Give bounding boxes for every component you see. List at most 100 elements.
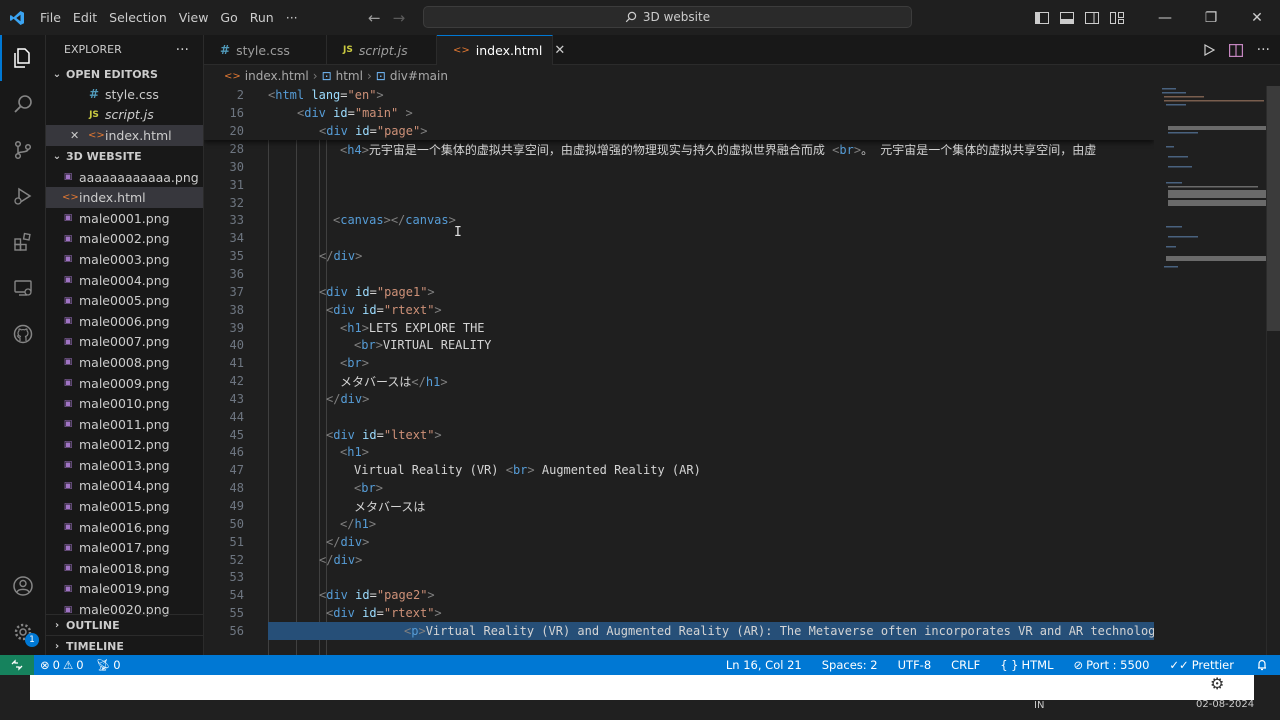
code-line[interactable]: 50 </h1> <box>204 515 1154 533</box>
tab-style-css[interactable]: # style.css <box>204 35 327 65</box>
split-editor-icon[interactable] <box>1228 43 1243 57</box>
command-center-search[interactable]: 3D website <box>423 6 912 28</box>
file-tree-item[interactable]: ▣ male0008.png <box>46 352 203 373</box>
code-editor[interactable]: 28 <h4>元宇宙是一个集体的虚拟共享空间，由虚拟增强的物理现实与持久的虚拟世界… <box>204 86 1154 655</box>
file-tree-item[interactable]: ▣ male0001.png <box>46 208 203 229</box>
file-tree-item[interactable]: ▣ male0013.png <box>46 455 203 476</box>
file-tree-item[interactable]: ▣ male0019.png <box>46 579 203 600</box>
open-editors-section[interactable]: ⌄ OPEN EDITORS <box>46 64 203 84</box>
file-tree-item[interactable]: ▣ male0016.png <box>46 517 203 538</box>
code-line[interactable]: 35 </div> <box>204 247 1154 265</box>
scrollbar-thumb[interactable] <box>1267 86 1280 331</box>
breadcrumb-div-main[interactable]: div#main <box>390 69 448 83</box>
code-line[interactable]: 33 <canvas></canvas> <box>204 211 1154 229</box>
file-tree-item[interactable]: ▣ male0005.png <box>46 290 203 311</box>
run-file-icon[interactable] <box>1203 44 1215 56</box>
forward-arrow-icon[interactable]: → <box>393 9 406 27</box>
file-tree-item[interactable]: ▣ male0006.png <box>46 311 203 332</box>
prettier-button[interactable]: ✓✓ Prettier <box>1159 658 1244 672</box>
menu-go[interactable]: Go <box>214 0 243 35</box>
encoding-button[interactable]: UTF-8 <box>888 658 942 672</box>
live-server-button[interactable]: ⊘ Port : 5500 <box>1064 658 1160 672</box>
remote-explorer-icon[interactable] <box>0 265 46 311</box>
cursor-position-button[interactable]: Ln 16, Col 21 <box>716 658 812 672</box>
file-tree-item[interactable]: ▣ male0012.png <box>46 435 203 456</box>
menu-run[interactable]: Run <box>244 0 280 35</box>
code-line[interactable]: 51 </div> <box>204 533 1154 551</box>
code-line[interactable]: 30 <box>204 158 1154 176</box>
open-editor-style-css[interactable]: # style.css <box>46 84 203 105</box>
taskbar-date[interactable]: 02-08-2024 <box>1196 699 1254 710</box>
file-tree-item[interactable]: ▣ male0014.png <box>46 476 203 497</box>
code-line[interactable]: 38 <div id="rtext"> <box>204 301 1154 319</box>
code-line[interactable]: 41 <br> <box>204 354 1154 372</box>
restore-button[interactable]: ❐ <box>1188 0 1234 35</box>
timeline-section[interactable]: › TIMELINE <box>46 635 203 655</box>
close-window-button[interactable]: ✕ <box>1234 0 1280 35</box>
close-tab-icon[interactable]: ✕ <box>554 43 565 58</box>
search-icon[interactable] <box>0 81 46 127</box>
notifications-bell-icon[interactable] <box>1244 659 1280 671</box>
code-line[interactable]: 32 <box>204 194 1154 212</box>
menu-selection[interactable]: Selection <box>103 0 173 35</box>
sticky-line[interactable]: 20 <div id="page"> <box>204 122 1154 140</box>
project-section[interactable]: ⌄ 3D WEBSITE <box>46 147 203 167</box>
code-line[interactable]: 52 </div> <box>204 551 1154 569</box>
code-line[interactable]: 34 <box>204 229 1154 247</box>
code-line[interactable]: 40 <br>VIRTUAL REALITY <box>204 336 1154 354</box>
code-line[interactable]: 42 メタバースは</h1> <box>204 372 1154 390</box>
sticky-scroll[interactable]: 2 <html lang="en"> 16 <div id="main" > 20 <di… <box>204 86 1154 140</box>
code-line[interactable]: 53 <box>204 568 1154 586</box>
outline-section[interactable]: › OUTLINE <box>46 614 203 635</box>
settings-gear-icon[interactable]: ⚙ <box>1210 674 1224 693</box>
explorer-more-button[interactable]: ··· <box>176 42 189 58</box>
file-tree-item[interactable]: ▣ male0009.png <box>46 373 203 394</box>
input-language-indicator[interactable]: IN <box>1034 700 1044 711</box>
menu-edit[interactable]: Edit <box>67 0 103 35</box>
file-tree-item[interactable]: ▣ male0004.png <box>46 270 203 291</box>
code-line[interactable]: 55 <div id="rtext"> <box>204 604 1154 622</box>
code-line[interactable]: 43 </div> <box>204 390 1154 408</box>
menu-file[interactable]: File <box>34 0 67 35</box>
problems-button[interactable]: ⊗ 0 ⚠ 0 <box>34 658 90 672</box>
manage-gear-icon[interactable]: 1 <box>0 609 46 655</box>
code-line[interactable]: 54 <div id="page2"> <box>204 586 1154 604</box>
code-line[interactable]: 31 <box>204 176 1154 194</box>
file-tree-item[interactable]: ▣ male0011.png <box>46 414 203 435</box>
language-mode-button[interactable]: { } HTML <box>990 658 1063 672</box>
indentation-button[interactable]: Spaces: 2 <box>812 658 888 672</box>
minimize-button[interactable]: — <box>1142 0 1188 35</box>
code-line[interactable]: 39 <h1>LETS EXPLORE THE <box>204 319 1154 337</box>
breadcrumb-file[interactable]: index.html <box>245 69 309 83</box>
code-line[interactable]: 45 <div id="ltext"> <box>204 426 1154 444</box>
file-tree-item[interactable]: ▣ male0003.png <box>46 249 203 270</box>
source-control-icon[interactable] <box>0 127 46 173</box>
run-debug-icon[interactable] <box>0 173 46 219</box>
open-editor-index-html[interactable]: ✕ <> index.html <box>46 125 203 146</box>
remote-indicator-button[interactable] <box>0 655 34 675</box>
menu-view[interactable]: View <box>173 0 215 35</box>
toggle-secondary-sidebar-icon[interactable] <box>1081 10 1103 26</box>
code-line[interactable]: 44 <box>204 408 1154 426</box>
explorer-icon[interactable] <box>0 35 46 81</box>
code-line[interactable]: 49 メタバースは <box>204 497 1154 515</box>
tab-index-html[interactable]: <> index.html ✕ <box>437 35 565 65</box>
file-tree-item[interactable]: ▣ male0018.png <box>46 558 203 579</box>
minimap[interactable] <box>1154 86 1266 655</box>
eol-button[interactable]: CRLF <box>941 658 990 672</box>
open-editor-script-js[interactable]: JS script.js <box>46 105 203 126</box>
toggle-primary-sidebar-icon[interactable] <box>1031 10 1053 26</box>
file-tree-item[interactable]: ▣ male0007.png <box>46 332 203 353</box>
breadcrumb-html[interactable]: html <box>336 69 363 83</box>
file-tree-item[interactable]: ▣ male0015.png <box>46 496 203 517</box>
code-line[interactable]: 56 <p>Virtual Reality (VR) and Augmented … <box>230 621 1154 640</box>
file-tree-item[interactable]: ▣ male0017.png <box>46 537 203 558</box>
file-tree-item[interactable]: ▣ aaaaaaaaaaaa.png <box>46 167 203 188</box>
file-tree-item[interactable]: <> index.html <box>46 187 203 208</box>
customize-layout-icon[interactable] <box>1106 10 1128 26</box>
file-tree-item[interactable]: ▣ male0010.png <box>46 393 203 414</box>
code-line[interactable]: 36 <box>204 265 1154 283</box>
sticky-line[interactable]: 2 <html lang="en"> <box>204 86 1154 104</box>
github-icon[interactable] <box>0 311 46 357</box>
accounts-icon[interactable] <box>0 563 46 609</box>
